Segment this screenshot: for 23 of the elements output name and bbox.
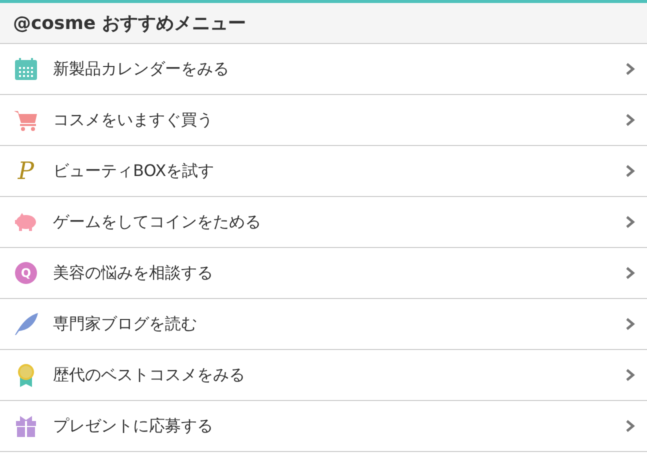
menu-item[interactable]: 専門家ブログを読む [0, 299, 647, 350]
menu-item[interactable]: ゲームをしてコインをためる [0, 197, 647, 248]
chevron-icon [625, 419, 635, 433]
chevron-icon [625, 62, 635, 76]
chevron-icon [625, 317, 635, 331]
chevron-icon [625, 113, 635, 127]
menu-item[interactable]: 歴代のベストコスメをみる [0, 350, 647, 401]
cart-icon [14, 108, 38, 132]
question-icon: Q [15, 262, 37, 284]
menu-item[interactable]: P ビューティBOXを試す [0, 146, 647, 197]
menu-title: @cosme おすすめメニュー [13, 12, 246, 35]
chevron-icon [625, 215, 635, 229]
calendar-icon [14, 57, 38, 81]
chevron-icon [625, 368, 635, 382]
menu-item[interactable]: コスメをいますぐ買う [0, 95, 647, 146]
chevron-icon [625, 266, 635, 280]
gift-icon [14, 414, 38, 438]
script-letter-icon: P [14, 159, 38, 183]
chevron-icon [625, 164, 635, 178]
menu-item[interactable]: 新製品カレンダーをみる [0, 44, 647, 95]
menu-item[interactable]: Q 美容の悩みを相談する [0, 248, 647, 299]
menu-item[interactable]: プレゼントに応募する [0, 401, 647, 452]
feather-icon [14, 312, 38, 336]
